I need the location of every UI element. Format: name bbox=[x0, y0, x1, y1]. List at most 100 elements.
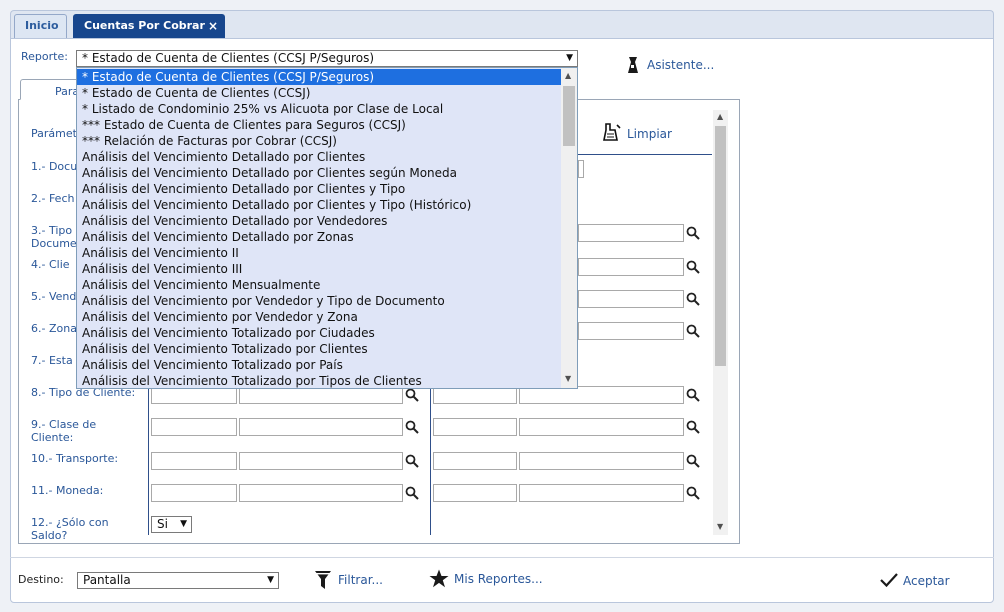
filter-button[interactable]: Filtrar... bbox=[338, 573, 383, 587]
filter-icon[interactable] bbox=[314, 570, 332, 590]
client-class-to-description[interactable] bbox=[519, 418, 684, 436]
dropdown-item[interactable]: Análisis del Vencimiento Detallado por Z… bbox=[77, 229, 562, 245]
transport-from-description[interactable] bbox=[239, 452, 403, 470]
dropdown-item[interactable]: Análisis del Vencimiento Detallado por C… bbox=[77, 165, 562, 181]
destination-value: Pantalla bbox=[83, 573, 131, 587]
tab-inicio-label: Inicio bbox=[25, 19, 59, 32]
dropdown-item[interactable]: *** Estado de Cuenta de Clientes para Se… bbox=[77, 117, 562, 133]
dropdown-item[interactable]: * Listado de Condominio 25% vs Alicuota … bbox=[77, 101, 562, 117]
dropdown-item[interactable]: Análisis del Vencimiento Totalizado por … bbox=[77, 341, 562, 357]
only-with-balance-select[interactable]: Si ▼ bbox=[151, 516, 192, 533]
currency-from-description[interactable] bbox=[239, 484, 403, 502]
param-label-5: 5.- Vend bbox=[31, 290, 77, 303]
search-icon[interactable] bbox=[686, 292, 700, 306]
search-icon[interactable] bbox=[686, 420, 700, 434]
currency-to-code[interactable] bbox=[433, 484, 517, 502]
search-icon[interactable] bbox=[405, 388, 419, 402]
dropdown-item[interactable]: Análisis del Vencimiento Totalizado por … bbox=[77, 357, 562, 373]
dropdown-scrollbar[interactable]: ▲ ▼ bbox=[561, 68, 577, 388]
dropdown-item[interactable]: * Estado de Cuenta de Clientes (CCSJ P/S… bbox=[77, 69, 562, 85]
dropdown-item[interactable]: Análisis del Vencimiento Totalizado por … bbox=[77, 325, 562, 341]
seller-to-description[interactable] bbox=[578, 290, 684, 308]
parameters-scrollbar[interactable]: ▲ ▼ bbox=[713, 110, 728, 535]
search-icon[interactable] bbox=[405, 454, 419, 468]
client-to-description[interactable] bbox=[578, 258, 684, 276]
client-class-from-code[interactable] bbox=[151, 418, 237, 436]
currency-to-description[interactable] bbox=[519, 484, 684, 502]
dropdown-item[interactable]: Análisis del Vencimiento Detallado por C… bbox=[77, 149, 562, 165]
report-select[interactable]: * Estado de Cuenta de Clientes (CCSJ P/S… bbox=[76, 50, 578, 67]
destination-select[interactable]: Pantalla ▼ bbox=[77, 572, 279, 589]
search-icon[interactable] bbox=[686, 388, 700, 402]
search-icon[interactable] bbox=[405, 420, 419, 434]
broom-icon[interactable] bbox=[602, 122, 622, 142]
search-icon[interactable] bbox=[686, 324, 700, 338]
tab-cuentas-por-cobrar[interactable]: Cuentas Por Cobrar × bbox=[73, 14, 225, 38]
dropdown-item[interactable]: Análisis del Vencimiento Detallado por V… bbox=[77, 213, 562, 229]
footer-separator bbox=[10, 557, 994, 558]
search-icon[interactable] bbox=[686, 260, 700, 274]
param-label-9: 9.- Clase de bbox=[31, 418, 97, 431]
check-icon[interactable] bbox=[879, 572, 899, 588]
chevron-down-icon: ▼ bbox=[267, 575, 274, 585]
param-label-6: 6.- Zona bbox=[31, 322, 77, 335]
document-to-input[interactable] bbox=[578, 160, 584, 178]
transport-to-code[interactable] bbox=[433, 452, 517, 470]
star-icon[interactable] bbox=[429, 569, 449, 588]
parameters-header: Parámet bbox=[31, 127, 77, 140]
scroll-down-icon[interactable]: ▼ bbox=[565, 374, 571, 383]
dropdown-item[interactable]: Análisis del Vencimiento II bbox=[77, 245, 562, 261]
dropdown-item[interactable]: Análisis del Vencimiento Totalizado por … bbox=[77, 373, 562, 388]
wizard-icon[interactable] bbox=[626, 56, 640, 74]
dropdown-scrollbar-thumb[interactable] bbox=[563, 86, 575, 146]
client-class-to-code[interactable] bbox=[433, 418, 517, 436]
dropdown-item[interactable]: Análisis del Vencimiento Detallado por C… bbox=[77, 181, 562, 197]
report-label: Reporte: bbox=[21, 50, 68, 63]
search-icon[interactable] bbox=[686, 486, 700, 500]
parameters-scrollbar-thumb[interactable] bbox=[715, 126, 726, 366]
tab-cuentas-label: Cuentas Por Cobrar bbox=[84, 19, 205, 32]
only-with-balance-value: Si bbox=[157, 517, 168, 531]
dropdown-item[interactable]: Análisis del Vencimiento por Vendedor y … bbox=[77, 293, 562, 309]
param-label-10: 10.- Transporte: bbox=[31, 452, 119, 465]
dropdown-item[interactable]: Análisis del Vencimiento Detallado por C… bbox=[77, 197, 562, 213]
param-label-11: 11.- Moneda: bbox=[31, 484, 104, 497]
param-label-2: 2.- Fech bbox=[31, 192, 75, 205]
doc-type-to-description[interactable] bbox=[578, 224, 684, 242]
assistant-button[interactable]: Asistente... bbox=[647, 58, 714, 72]
dropdown-item[interactable]: Análisis del Vencimiento Mensualmente bbox=[77, 277, 562, 293]
param-label-7: 7.- Esta bbox=[31, 354, 73, 367]
client-class-from-description[interactable] bbox=[239, 418, 403, 436]
scroll-up-icon[interactable]: ▲ bbox=[565, 71, 571, 80]
transport-to-description[interactable] bbox=[519, 452, 684, 470]
report-dropdown-list[interactable]: * Estado de Cuenta de Clientes (CCSJ P/S… bbox=[76, 67, 578, 389]
zone-to-description[interactable] bbox=[578, 322, 684, 340]
report-select-value: * Estado de Cuenta de Clientes (CCSJ P/S… bbox=[82, 51, 375, 65]
clear-button[interactable]: Limpiar bbox=[627, 127, 672, 141]
param-label-9b: Cliente: bbox=[31, 431, 74, 444]
dropdown-item[interactable]: * Estado de Cuenta de Clientes (CCSJ) bbox=[77, 85, 562, 101]
chevron-down-icon: ▼ bbox=[180, 519, 187, 529]
currency-from-code[interactable] bbox=[151, 484, 237, 502]
scroll-down-icon[interactable]: ▼ bbox=[717, 522, 723, 531]
search-icon[interactable] bbox=[405, 486, 419, 500]
tab-bar: Inicio Cuentas Por Cobrar × bbox=[10, 10, 994, 38]
accept-button[interactable]: Aceptar bbox=[903, 574, 950, 588]
search-icon[interactable] bbox=[686, 454, 700, 468]
param-label-12: 12.- ¿Sólo con bbox=[31, 516, 109, 529]
dropdown-item[interactable]: *** Relación de Facturas por Cobrar (CCS… bbox=[77, 133, 562, 149]
tab-inicio[interactable]: Inicio bbox=[14, 14, 67, 38]
scroll-up-icon[interactable]: ▲ bbox=[717, 112, 723, 121]
transport-from-code[interactable] bbox=[151, 452, 237, 470]
param-label-12b: Saldo? bbox=[31, 529, 68, 542]
close-icon[interactable]: × bbox=[208, 15, 218, 37]
param-label-1: 1.- Docu bbox=[31, 160, 78, 173]
column-divider-right bbox=[430, 380, 431, 535]
dropdown-item[interactable]: Análisis del Vencimiento III bbox=[77, 261, 562, 277]
search-icon[interactable] bbox=[686, 226, 700, 240]
my-reports-button[interactable]: Mis Reportes... bbox=[454, 572, 543, 586]
dropdown-item[interactable]: Análisis del Vencimiento por Vendedor y … bbox=[77, 309, 562, 325]
destination-label: Destino: bbox=[18, 573, 64, 586]
column-divider-left bbox=[148, 380, 149, 535]
param-label-4: 4.- Clie bbox=[31, 258, 70, 271]
